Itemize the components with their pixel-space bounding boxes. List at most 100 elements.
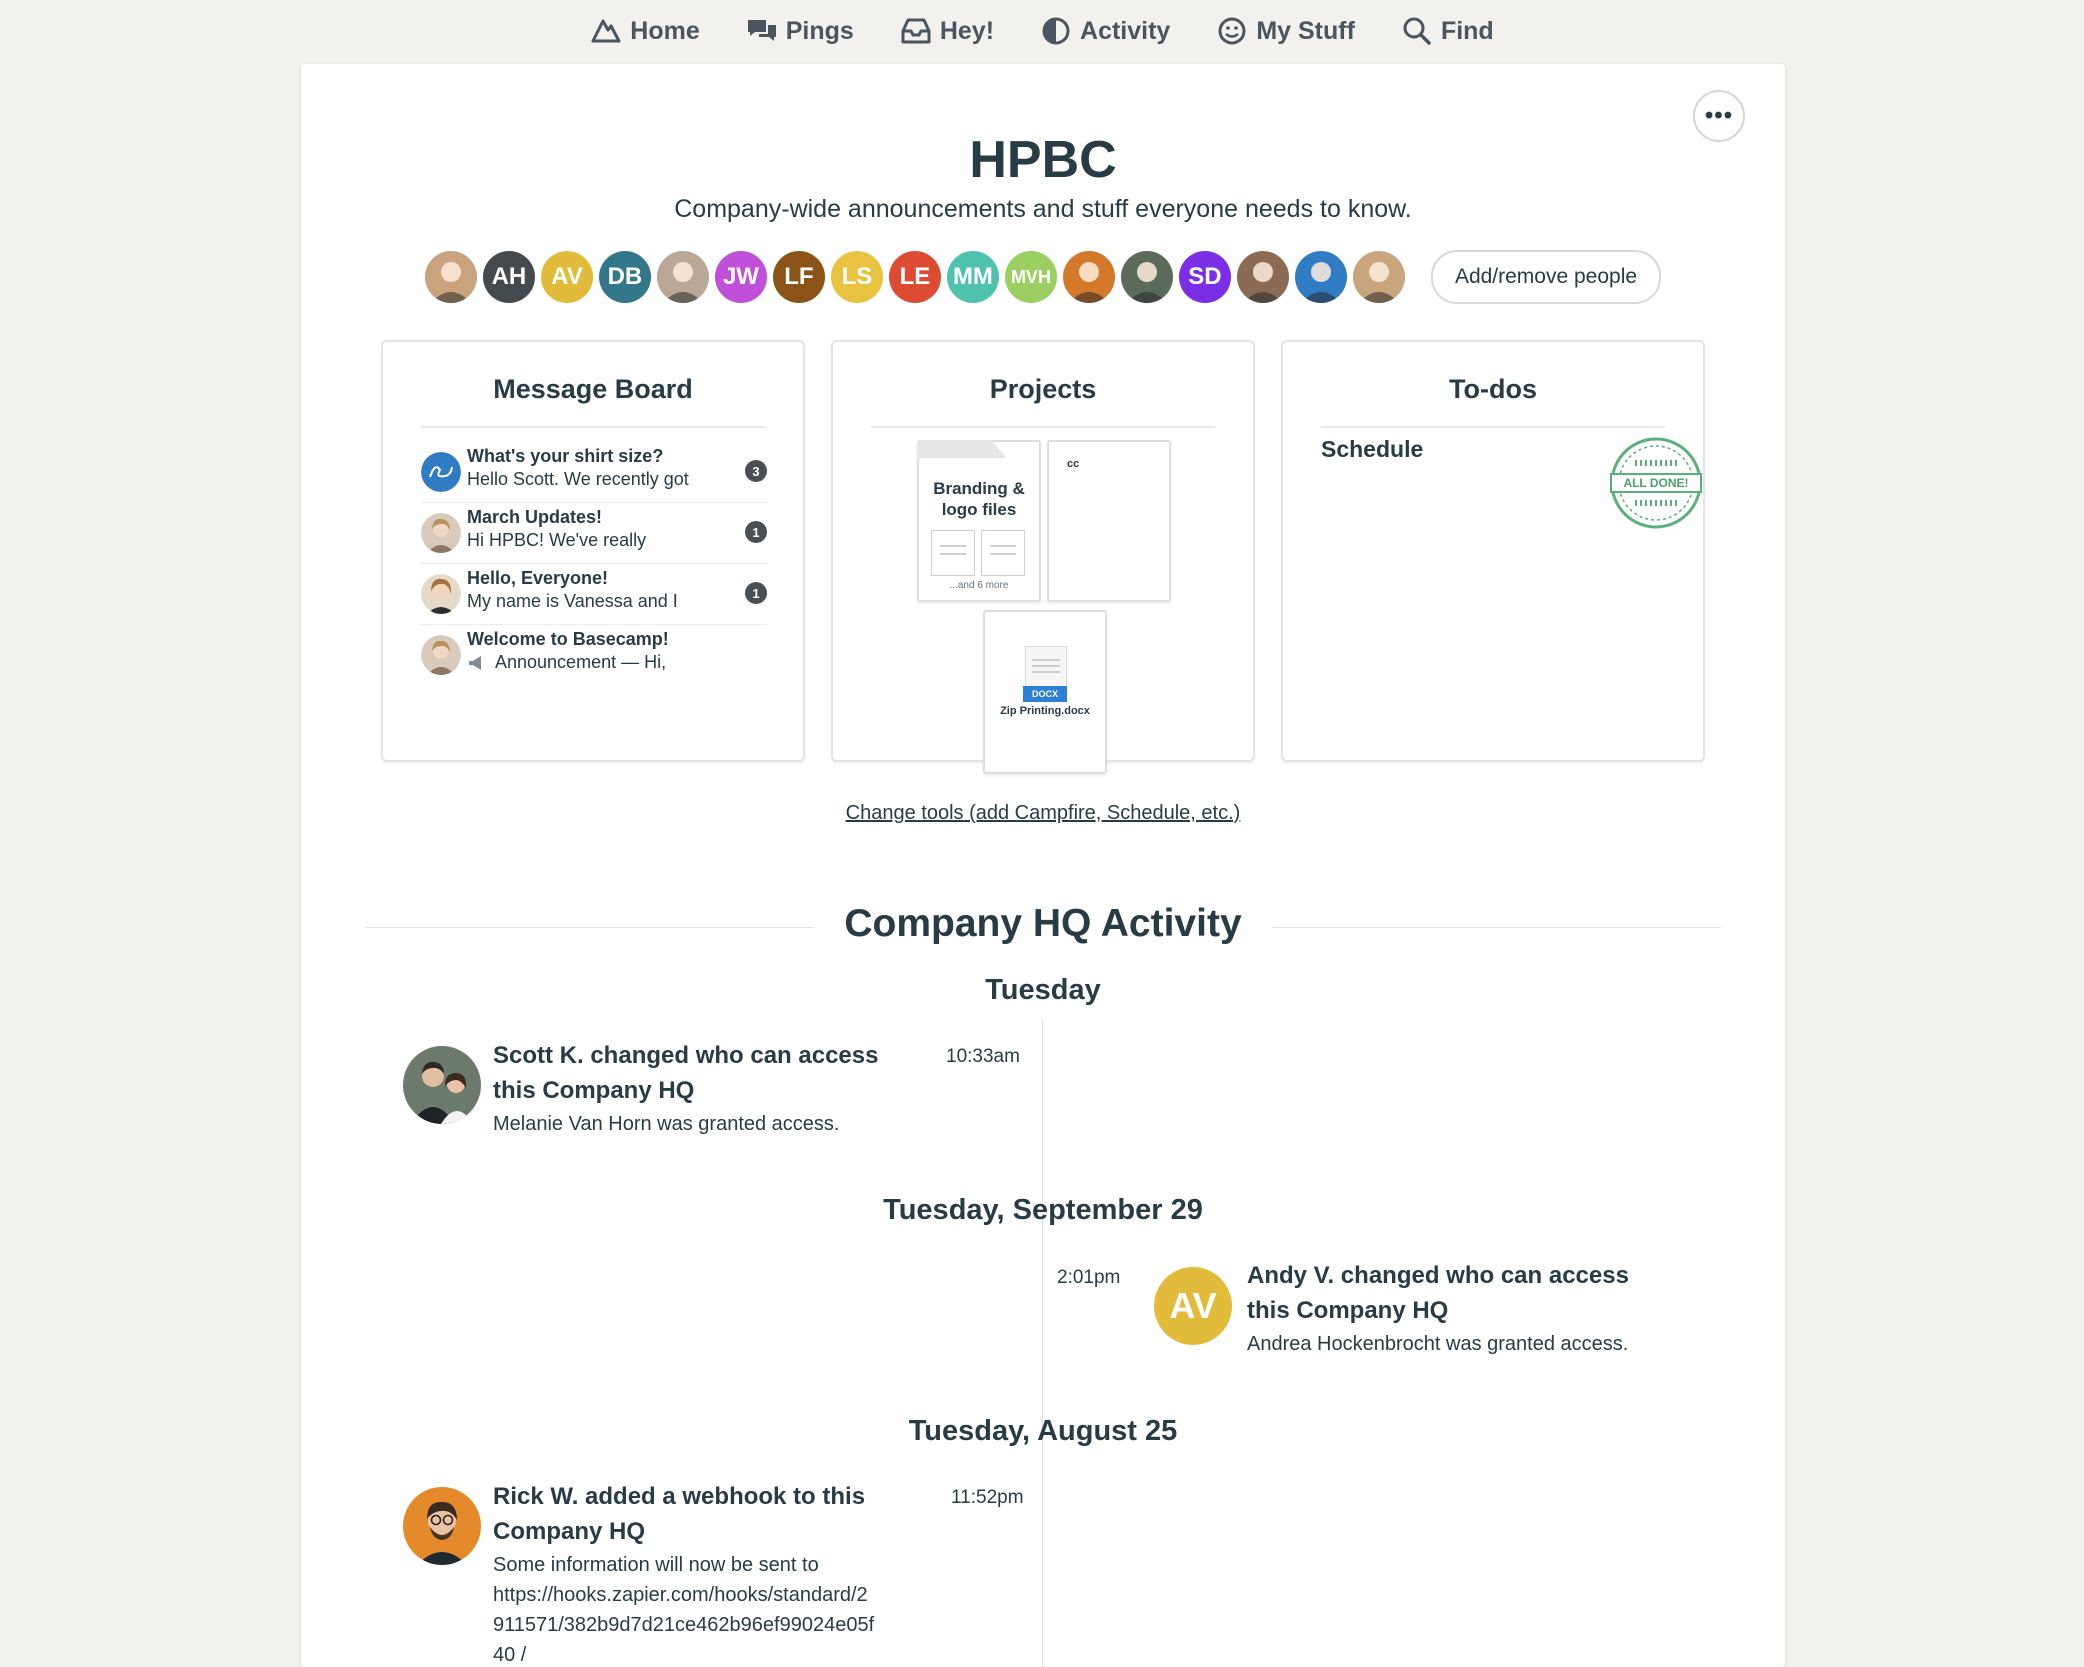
person-avatar[interactable] [1120,251,1173,303]
avatar: AV [1154,1267,1232,1345]
file-name: Zip Printing.docx [1000,705,1090,717]
divider [871,426,1215,428]
person-avatar[interactable]: SD [1178,251,1231,303]
comment-count-badge: 1 [745,521,767,543]
activity-event-time: 2:01pm [1057,1267,1121,1288]
person-avatar[interactable]: AV [540,251,593,303]
message-item[interactable]: Welcome to Basecamp! Announcement — Hi, [421,629,767,683]
message-title: Welcome to Basecamp! [467,629,669,649]
message-preview-text: Announcement — Hi, [495,652,667,672]
people-row: AH AV DB JW LF LS LE MM MVH SD Add/remove people [301,250,1785,304]
webhook-url-line: 40 / [493,1644,527,1666]
avatar [421,513,461,553]
person-avatar[interactable] [1062,251,1115,303]
person-avatar[interactable]: MVH [1004,251,1057,303]
person-avatar[interactable]: JW [714,251,767,303]
message-item[interactable]: Hello, Everyone! My name is Vanessa and … [421,568,767,622]
person-avatar[interactable]: LS [830,251,883,303]
person-avatar[interactable]: AH [482,251,535,303]
timeline-line [1042,1461,1043,1667]
activity-event-body: Andrea Hockenbrocht was granted access. [1247,1333,1629,1355]
avatar [421,452,461,492]
person-avatar[interactable] [424,251,477,303]
person-avatar[interactable]: MM [946,251,999,303]
projects-title: Projects [989,374,1097,404]
webhook-url-line: https://hooks.zapier.com/hooks/standard/… [493,1584,868,1606]
message-item[interactable]: March Updates! Hi HPBC! We've really 1 [421,507,767,561]
nav-mystuff-label: My Stuff [1256,16,1355,45]
change-tools-link[interactable]: Change tools (add Campfire, Schedule, et… [301,802,1785,825]
projects-tool[interactable]: Projects Branding & logo files ...and 6 … [831,340,1255,774]
divider [421,502,767,503]
avatar [403,1046,481,1124]
todo-list-name[interactable]: Schedule [1321,436,1423,463]
day-heading: Tuesday [985,974,1101,1006]
message-board-tool[interactable]: Message Board What's your shirt size? He… [381,340,805,762]
all-done-stamp: ALL DONE! [1609,436,1703,530]
folder-tab [917,440,1007,458]
smiley-face-icon [1218,17,1246,45]
folder-name: Branding & logo files [933,479,1025,519]
day-heading: Tuesday, August 25 [908,1415,1178,1447]
top-navigation: Home Pings Hey! Activity My Stuff Find [0,0,2084,62]
message-item[interactable]: What's your shirt size? Hello Scott. We … [421,446,767,500]
folder-thumbnail [931,530,975,576]
nav-find-label: Find [1440,16,1494,45]
todos-title: To-dos [1449,374,1537,404]
nav-pings[interactable]: Pings [746,15,854,47]
file-type-badge: DOCX [1023,686,1067,702]
divider [421,563,767,564]
document-title: cc [1067,458,1080,470]
activity-event-body: Melanie Van Horn was granted access. [493,1113,840,1135]
nav-activity-label: Activity [1080,16,1171,45]
file-tile[interactable]: DOCX Zip Printing.docx [983,610,1107,774]
message-preview: My name is Vanessa and I [467,591,678,611]
avatar [421,574,461,614]
nav-find[interactable]: Find [1401,15,1494,47]
stamp-label: ALL DONE! [1623,476,1689,490]
megaphone-icon [469,655,481,670]
nav-home-label: Home [630,16,700,45]
todos-tool[interactable]: To-dos Schedule ALL DONE! [1281,340,1705,762]
activity-event-time: 11:52pm [951,1487,1024,1508]
nav-activity[interactable]: Activity [1040,15,1170,47]
avatar [421,635,461,675]
person-avatar[interactable]: LE [888,251,941,303]
message-title: March Updates! [467,507,603,527]
message-preview: Announcement — Hi, [467,652,666,673]
nav-home[interactable]: Home [590,15,700,47]
comment-count-badge: 3 [745,460,767,482]
folder-thumbnail [981,530,1025,576]
person-avatar[interactable] [1294,251,1347,303]
person-avatar[interactable]: LF [772,251,825,303]
avatar [403,1487,481,1565]
activity-event-body-line: Some information will now be sent to [493,1554,819,1576]
person-avatar[interactable] [1236,251,1289,303]
person-avatar[interactable] [656,251,709,303]
nav-mystuff[interactable]: My Stuff [1216,15,1355,47]
nav-hey[interactable]: Hey! [900,15,994,47]
nav-hey-label: Hey! [939,16,995,45]
activity-event-title[interactable]: Andy V. changed who can access this Comp… [1247,1258,1667,1328]
person-avatar[interactable]: DB [598,251,651,303]
nav-pings-label: Pings [785,16,854,45]
activity-event-title[interactable]: Scott K. changed who can access this Com… [493,1038,913,1108]
document-tile[interactable]: cc [1047,440,1171,602]
basecamp-logo-icon [591,19,621,43]
message-title: What's your shirt size? [467,446,664,466]
search-icon [1403,17,1431,45]
page-title: HPBC [969,131,1117,189]
day-heading: Tuesday, September 29 [883,1194,1203,1226]
message-title: Hello, Everyone! [467,568,609,588]
add-remove-people-button[interactable]: Add/remove people [1430,250,1662,304]
divider [421,624,767,625]
inbox-tray-icon [901,18,931,44]
divider [1321,426,1665,428]
folder-tile[interactable]: Branding & logo files ...and 6 more [917,440,1041,602]
person-avatar[interactable] [1352,251,1405,303]
divider [421,426,765,428]
activity-event-title[interactable]: Rick W. added a webhook to this Company … [493,1479,913,1549]
activity-pie-icon [1042,17,1070,45]
message-preview: Hello Scott. We recently got [467,469,689,489]
message-preview: Hi HPBC! We've really [467,530,647,550]
